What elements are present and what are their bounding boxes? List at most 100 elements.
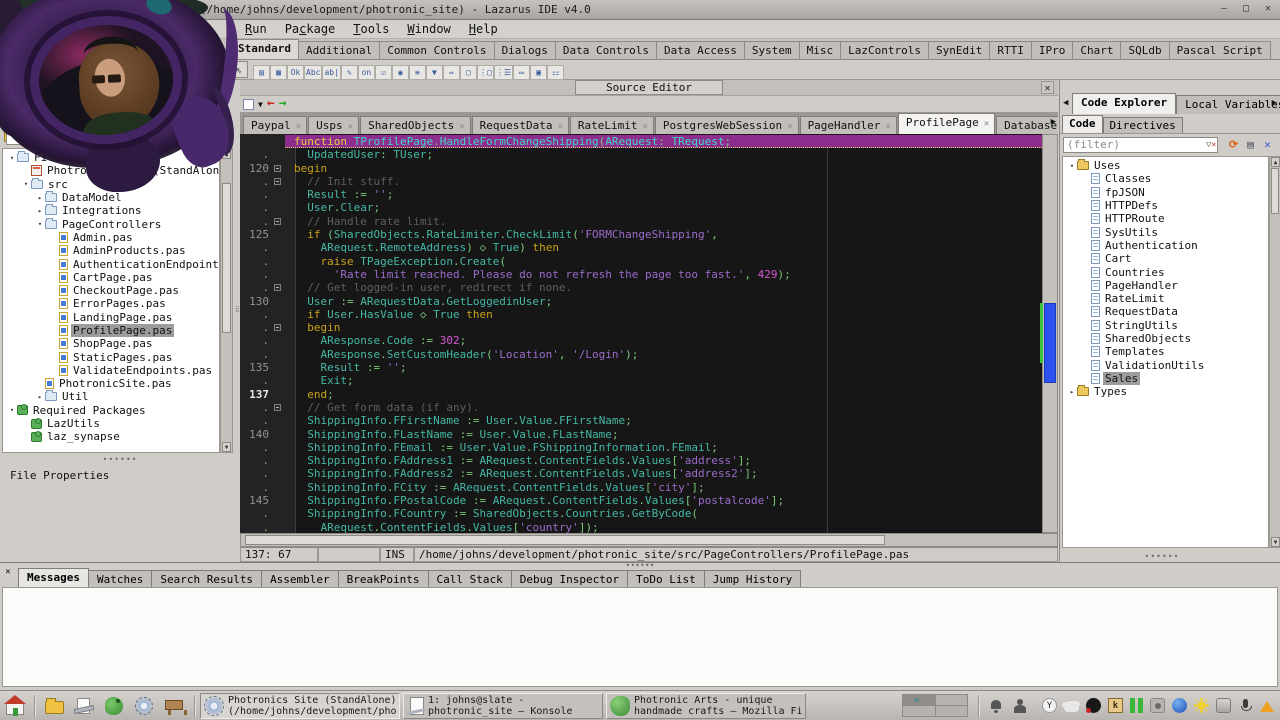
code-line[interactable]: . // Get form data (if any). bbox=[240, 401, 1042, 414]
tab-close-icon[interactable]: ✕ bbox=[787, 122, 792, 132]
code-line[interactable]: . User.Clear; bbox=[240, 201, 1042, 214]
tree-item-files[interactable]: ▾Files bbox=[3, 151, 219, 164]
editor-horizontal-scrollbar[interactable] bbox=[240, 533, 1058, 547]
palette-tab-data-controls[interactable]: Data Controls bbox=[555, 41, 657, 59]
code-explorer-filter-input[interactable]: (filter) bbox=[1063, 137, 1218, 153]
expand-arrow-icon[interactable]: ▸ bbox=[35, 207, 45, 215]
tree-item-sales[interactable]: Sales bbox=[1063, 372, 1268, 385]
code-line[interactable]: . raise TPageException.Create( bbox=[240, 255, 1042, 268]
project-filter-input[interactable]: ▽ bbox=[6, 129, 218, 145]
code-line[interactable]: . ShippingInfo.FAddress1 := ARequest.Con… bbox=[240, 454, 1042, 467]
folder-launcher[interactable] bbox=[42, 694, 68, 718]
palette-tab-common-controls[interactable]: Common Controls bbox=[379, 41, 494, 59]
palette-tab-data-access[interactable]: Data Access bbox=[656, 41, 745, 59]
tree-item-photronics-site-standalone-[interactable]: Photronics Site (StandAlone) bbox=[3, 164, 219, 177]
scroll-up-icon[interactable]: ▲ bbox=[222, 149, 231, 159]
component-tradiobutton-icon[interactable]: ◉ bbox=[392, 65, 409, 80]
refresh-icon[interactable]: ⟳ bbox=[1226, 137, 1241, 152]
menu-package[interactable]: Package bbox=[276, 21, 345, 37]
tree-item-classes[interactable]: Classes bbox=[1063, 172, 1268, 185]
component-tscrollbar-icon[interactable]: ⇔ bbox=[443, 65, 460, 80]
menu-run[interactable]: Run bbox=[236, 21, 276, 37]
dock-tab-todo-list[interactable]: ToDo List bbox=[627, 570, 705, 587]
tree-item-authenticationendpoints-pas[interactable]: AuthenticationEndpoints.pas bbox=[3, 257, 219, 270]
editor-tab-usps[interactable]: Usps✕ bbox=[308, 116, 359, 134]
close-button[interactable]: ✕ bbox=[1260, 2, 1276, 16]
code-line[interactable]: . ShippingInfo.FFirstName := User.Value.… bbox=[240, 414, 1042, 427]
code-line[interactable]: 137 end; bbox=[240, 388, 1042, 401]
tab-close-icon[interactable]: ✕ bbox=[459, 122, 464, 132]
desktop-2[interactable] bbox=[936, 695, 968, 705]
expand-arrow-icon[interactable]: ▾ bbox=[7, 154, 17, 162]
code-line[interactable]: . Result := ''; bbox=[240, 188, 1042, 201]
virtual-desktop-pager[interactable] bbox=[902, 694, 968, 717]
tree-item-sharedobjects[interactable]: SharedObjects bbox=[1063, 332, 1268, 345]
notifications-bell-icon[interactable] bbox=[989, 699, 1003, 713]
tree-item-requestdata[interactable]: RequestData bbox=[1063, 305, 1268, 318]
code-line[interactable]: . Exit; bbox=[240, 374, 1042, 387]
expand-arrow-icon[interactable]: ▾ bbox=[35, 220, 45, 228]
component-tpanel-icon[interactable]: ▭ bbox=[513, 65, 530, 80]
taskbar-window-button[interactable]: 1: johns@slate - photronic_site — Konsol… bbox=[403, 693, 603, 719]
expand-arrow-icon[interactable]: ▾ bbox=[7, 406, 17, 414]
dock-tab-watches[interactable]: Watches bbox=[88, 570, 152, 587]
media-pause-icon[interactable] bbox=[1130, 698, 1143, 713]
taskbar-window-button[interactable]: Photronic Arts - unique handmade crafts … bbox=[606, 693, 806, 719]
code-line[interactable]: 130 User := ARequestData.GetLoggedinUser… bbox=[240, 295, 1042, 308]
tree-item-authentication[interactable]: Authentication bbox=[1063, 239, 1268, 252]
component-tbutton-icon[interactable]: Ok bbox=[287, 65, 304, 80]
tree-item-httpdefs[interactable]: HTTPDefs bbox=[1063, 199, 1268, 212]
camera-icon[interactable] bbox=[1150, 698, 1165, 713]
tree-item-admin-pas[interactable]: Admin.pas bbox=[3, 231, 219, 244]
editor-tab-paypal[interactable]: Paypal✕ bbox=[243, 116, 307, 134]
code-line[interactable]: . if User.HasValue ◇ True then bbox=[240, 308, 1042, 321]
palette-tab-rtti[interactable]: RTTI bbox=[989, 41, 1032, 59]
touchpad-icon[interactable] bbox=[1216, 698, 1231, 713]
code-line[interactable]: . ShippingInfo.FCity := ARequest.Content… bbox=[240, 481, 1042, 494]
scroll-down-icon[interactable]: ▼ bbox=[1271, 537, 1280, 547]
editor-tab-postgreswebsession[interactable]: PostgresWebSession✕ bbox=[655, 116, 799, 134]
code-line[interactable]: . 'Rate limit reached. Please do not ref… bbox=[240, 268, 1042, 281]
tree-item-profilepage-pas[interactable]: ProfilePage.pas bbox=[3, 324, 219, 337]
code-line[interactable]: . // Init stuff. bbox=[240, 175, 1042, 188]
tab-close-icon[interactable]: ✕ bbox=[348, 122, 353, 132]
fold-column[interactable] bbox=[272, 281, 285, 294]
mode-icon[interactable]: ✕ bbox=[1260, 137, 1275, 152]
palette-tab-synedit[interactable]: SynEdit bbox=[928, 41, 990, 59]
code-line[interactable]: . ShippingInfo.FEmail := User.Value.FShi… bbox=[240, 441, 1042, 454]
tree-item-validationutils[interactable]: ValidationUtils bbox=[1063, 358, 1268, 371]
palette-tab-additional[interactable]: Additional bbox=[298, 41, 380, 59]
menu-tools[interactable]: Tools bbox=[344, 21, 398, 37]
tree-item-shoppage-pas[interactable]: ShopPage.pas bbox=[3, 337, 219, 350]
tree-item-pagecontrollers[interactable]: ▾PageControllers bbox=[3, 217, 219, 230]
code-line[interactable]: . ARequest.RemoteAddress) ◇ True) then bbox=[240, 241, 1042, 254]
tree-item-pagehandler[interactable]: PageHandler bbox=[1063, 279, 1268, 292]
tree-item-stringutils[interactable]: StringUtils bbox=[1063, 319, 1268, 332]
dock-tab-breakpoints[interactable]: BreakPoints bbox=[338, 570, 429, 587]
panel-splitter-handle[interactable]: •••••• bbox=[1132, 552, 1192, 561]
bluetooth-icon[interactable] bbox=[1172, 698, 1187, 713]
component-tgroupbox-icon[interactable]: ▢ bbox=[460, 65, 477, 80]
palette-tab-misc[interactable]: Misc bbox=[799, 41, 842, 59]
tree-item-laz-synapse[interactable]: laz_synapse bbox=[3, 430, 219, 443]
expand-arrow-icon[interactable]: ▾ bbox=[21, 180, 31, 188]
component-tpopupmenu-icon[interactable]: ▦ bbox=[270, 65, 287, 80]
editor-vertical-scrollbar[interactable] bbox=[1042, 134, 1058, 533]
editor-tab-database[interactable]: Database✕ bbox=[996, 116, 1058, 134]
tree-item-cartpage-pas[interactable]: CartPage.pas bbox=[3, 271, 219, 284]
code-line[interactable]: 120begin bbox=[240, 162, 1042, 175]
editor-tab-profilepage[interactable]: ProfilePage✕ bbox=[898, 113, 995, 134]
component-ttogglebox-icon[interactable]: on bbox=[358, 65, 375, 80]
component-tcombobox-icon[interactable]: ▼ bbox=[426, 65, 443, 80]
desktop-3[interactable] bbox=[903, 706, 935, 716]
palette-tab-system[interactable]: System bbox=[744, 41, 800, 59]
tree-item-adminproducts-pas[interactable]: AdminProducts.pas bbox=[3, 244, 219, 257]
tree-item-countries[interactable]: Countries bbox=[1063, 265, 1268, 278]
code-line[interactable]: 125 if (SharedObjects.RateLimiter.CheckL… bbox=[240, 228, 1042, 241]
code-line[interactable]: . begin bbox=[240, 321, 1042, 334]
tree-item-httproute[interactable]: HTTPRoute bbox=[1063, 212, 1268, 225]
code-line[interactable]: . // Get logged-in user, redirect if non… bbox=[240, 281, 1042, 294]
text-editor-launcher[interactable] bbox=[72, 694, 98, 718]
close-icon[interactable]: ✕ bbox=[2, 566, 14, 578]
panel-splitter-horizontal[interactable]: •••••• bbox=[90, 458, 150, 464]
